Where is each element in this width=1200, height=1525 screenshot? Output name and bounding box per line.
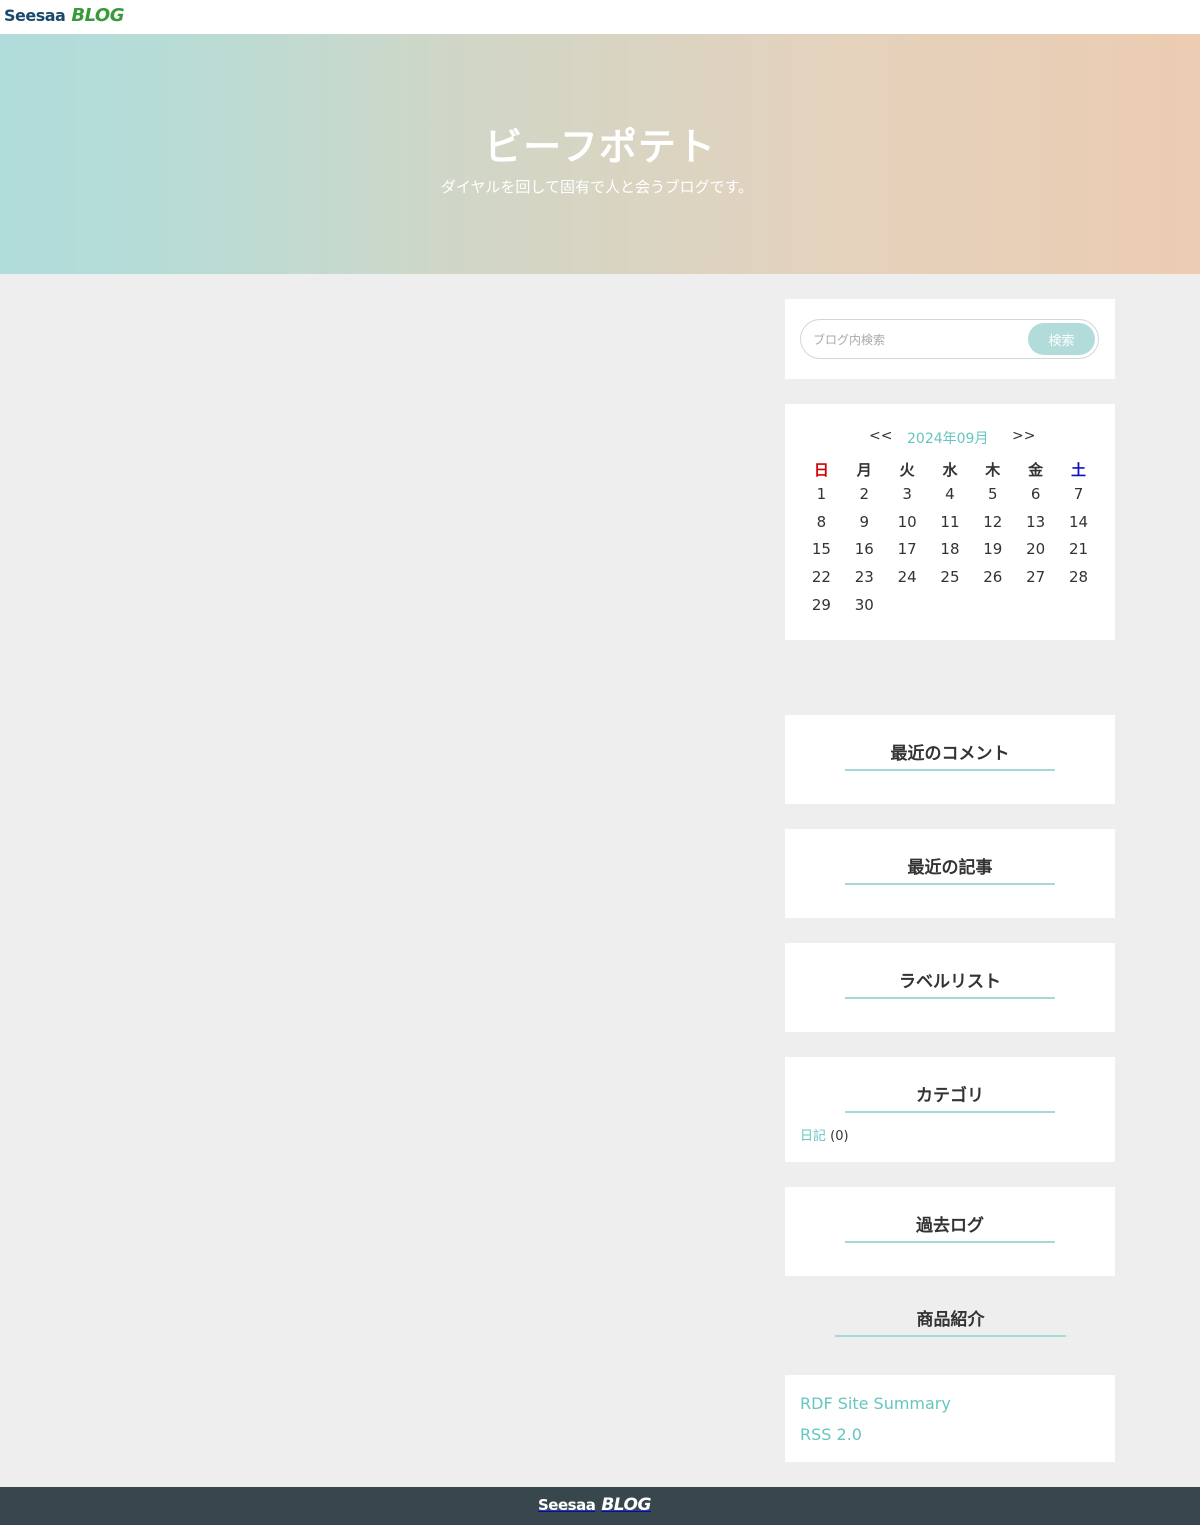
calendar-day: 20 xyxy=(1026,540,1046,559)
calendar-day: 17 xyxy=(897,540,917,559)
calendar-day: 18 xyxy=(940,540,960,559)
calendar-day: 12 xyxy=(983,512,1003,531)
calendar-week-row: 22 23 24 25 26 27 28 xyxy=(800,563,1100,591)
calendar-header: << 2024年09月 >> xyxy=(785,428,1115,448)
search-button[interactable]: 検索 xyxy=(1028,323,1095,355)
label-list-widget: ラベルリスト xyxy=(785,943,1115,1032)
calendar-day: 6 xyxy=(1030,484,1041,503)
calendar-weekday-row: 日 月 火 水 木 金 土 xyxy=(800,458,1100,480)
category-widget: カテゴリ 日記 (0) xyxy=(785,1057,1115,1162)
seesaa-blog-logo[interactable]: Seesaa BLOG xyxy=(4,5,124,27)
blog-description: ダイヤルを回して固有で人と会うブログです。 xyxy=(440,178,754,196)
calendar-week-row: 8 9 10 11 12 13 14 xyxy=(800,508,1100,536)
calendar-day: 24 xyxy=(897,567,917,586)
category-count: (0) xyxy=(830,1129,849,1144)
footer: Seesaa BLOG xyxy=(0,1487,1200,1525)
calendar-day: 26 xyxy=(983,567,1003,586)
calendar-week-row: 15 16 17 18 19 20 21 xyxy=(800,535,1100,563)
rss-feed-link[interactable]: RSS 2.0 xyxy=(800,1425,862,1444)
calendar-day xyxy=(1014,591,1057,619)
calendar-days: 1 2 3 4 5 6 7 8 9 10 11 12 13 14 15 16 1… xyxy=(800,480,1100,618)
calendar-day: 9 xyxy=(859,512,870,531)
calendar-day xyxy=(971,591,1014,619)
calendar-day: 19 xyxy=(983,540,1003,559)
search-form: 検索 xyxy=(800,319,1099,359)
footer-seesaa-blog-logo[interactable]: Seesaa BLOG xyxy=(538,1495,651,1515)
recent-articles-title: 最近の記事 xyxy=(845,853,1055,885)
calendar-day xyxy=(1057,591,1100,619)
calendar-day: 27 xyxy=(1026,567,1046,586)
calendar-day: 21 xyxy=(1068,540,1089,559)
blog-header: ビーフポテト ダイヤルを回して固有で人と会うブログです。 xyxy=(0,34,1200,274)
calendar-prev-link[interactable]: << xyxy=(869,428,892,444)
calendar-week-row: 29 30 xyxy=(800,591,1100,619)
calendar-table: 日 月 火 水 木 金 土 1 2 3 4 5 6 7 8 9 10 11 12… xyxy=(800,458,1100,618)
blog-title[interactable]: ビーフポテト xyxy=(0,116,1200,171)
calendar-day: 22 xyxy=(811,567,831,586)
weekday-thu: 木 xyxy=(985,460,1001,479)
calendar-next-link[interactable]: >> xyxy=(1012,428,1035,444)
calendar-day: 16 xyxy=(854,540,874,559)
feeds-widget: RDF Site Summary RSS 2.0 xyxy=(785,1375,1115,1462)
calendar-day xyxy=(929,591,972,619)
weekday-fri: 金 xyxy=(1028,460,1044,479)
recent-comments-widget: 最近のコメント xyxy=(785,715,1115,804)
weekday-mon: 月 xyxy=(856,460,872,479)
calendar-widget: << 2024年09月 >> 日 月 火 水 木 金 土 1 2 3 4 5 6 xyxy=(785,404,1115,640)
calendar-day: 7 xyxy=(1073,484,1084,503)
archive-title: 過去ログ xyxy=(845,1211,1055,1243)
calendar-day: 30 xyxy=(854,595,874,614)
category-item: 日記 (0) xyxy=(800,1125,849,1144)
search-input[interactable] xyxy=(813,329,1013,351)
calendar-month-link[interactable]: 2024年09月 xyxy=(907,428,988,448)
label-list-title: ラベルリスト xyxy=(845,967,1055,999)
calendar-day: 15 xyxy=(811,540,831,559)
logo-seesaa-text: Seesaa xyxy=(4,6,66,25)
weekday-wed: 水 xyxy=(942,460,958,479)
calendar-day: 29 xyxy=(811,595,831,614)
calendar-day: 13 xyxy=(1026,512,1046,531)
footer-logo-seesaa-text: Seesaa xyxy=(538,1496,596,1514)
category-link-diary[interactable]: 日記 xyxy=(800,1129,826,1144)
calendar-day: 11 xyxy=(940,512,960,531)
calendar-day xyxy=(886,591,929,619)
calendar-day: 28 xyxy=(1068,567,1089,586)
weekday-sun: 日 xyxy=(813,460,829,479)
calendar-day: 14 xyxy=(1068,512,1089,531)
recent-articles-widget: 最近の記事 xyxy=(785,829,1115,918)
weekday-sat: 土 xyxy=(1071,460,1087,479)
calendar-day: 10 xyxy=(897,512,917,531)
category-title: カテゴリ xyxy=(845,1081,1055,1113)
products-title: 商品紹介 xyxy=(835,1305,1066,1337)
search-widget: 検索 xyxy=(785,299,1115,379)
calendar-day: 5 xyxy=(988,484,998,503)
footer-logo-blog-text: BLOG xyxy=(601,1495,651,1515)
calendar-day: 4 xyxy=(945,484,955,503)
calendar-week-row: 1 2 3 4 5 6 7 xyxy=(800,480,1100,508)
calendar-day: 1 xyxy=(816,484,827,503)
calendar-day: 8 xyxy=(816,512,827,531)
logo-blog-text: BLOG xyxy=(71,5,124,26)
top-bar: Seesaa BLOG xyxy=(0,0,1200,34)
calendar-day: 2 xyxy=(859,484,870,503)
archive-widget: 過去ログ xyxy=(785,1187,1115,1276)
rdf-feed-link[interactable]: RDF Site Summary xyxy=(800,1394,951,1413)
calendar-day: 23 xyxy=(854,567,874,586)
calendar-day: 25 xyxy=(940,567,960,586)
recent-comments-title: 最近のコメント xyxy=(845,739,1055,771)
calendar-day: 3 xyxy=(902,484,912,503)
weekday-tue: 火 xyxy=(899,460,915,479)
